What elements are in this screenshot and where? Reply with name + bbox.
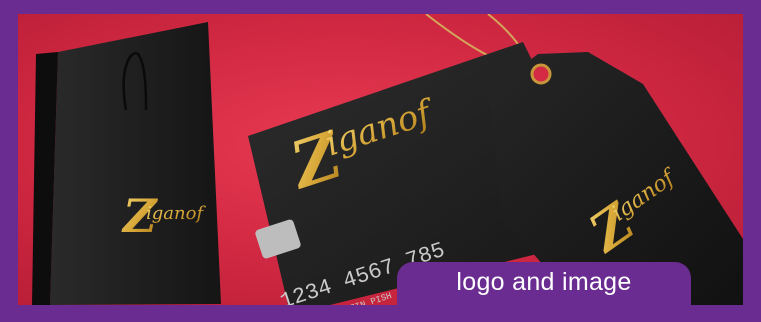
bag-logo-text: iganof [146, 203, 206, 224]
shopping-bag: Z iganof [32, 22, 221, 305]
tag-eyelet-icon [530, 63, 552, 85]
caption-text: logo and image [456, 268, 632, 296]
